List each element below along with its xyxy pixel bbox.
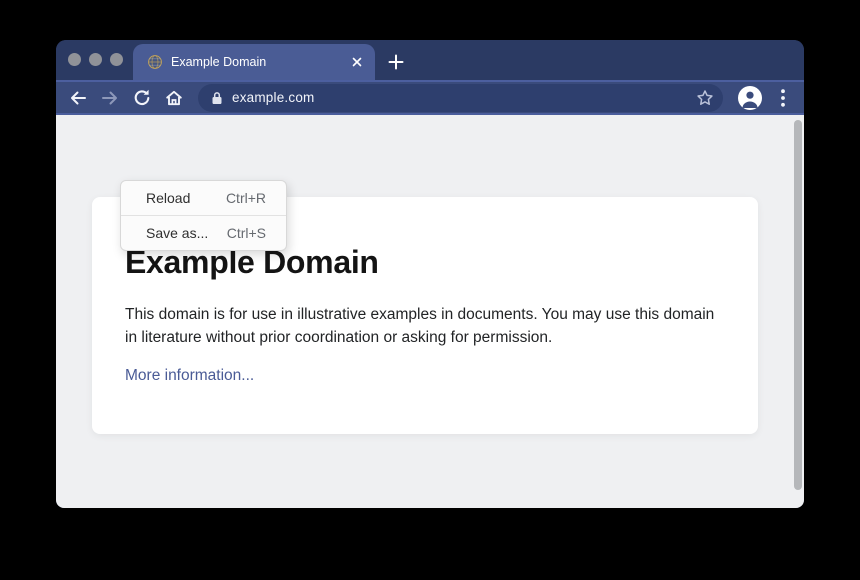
bookmark-star-icon[interactable] <box>695 88 715 108</box>
context-menu-item-save-as[interactable]: Save as... Ctrl+S <box>121 216 286 250</box>
more-information-link[interactable]: More information... <box>125 367 254 385</box>
menu-item-label: Reload <box>146 190 190 206</box>
title-bar: Example Domain <box>56 40 804 80</box>
browser-window: Example Domain <box>56 40 804 508</box>
menu-item-shortcut: Ctrl+R <box>226 190 266 206</box>
context-menu: Reload Ctrl+R Save as... Ctrl+S <box>120 180 287 251</box>
menu-item-shortcut: Ctrl+S <box>227 225 266 241</box>
page-paragraph: This domain is for use in illustrative e… <box>125 303 715 349</box>
browser-menu-icon[interactable] <box>775 86 791 110</box>
forward-icon[interactable] <box>96 84 124 112</box>
reload-icon[interactable] <box>128 84 156 112</box>
globe-favicon-icon <box>147 54 163 70</box>
url-text: example.com <box>232 84 314 112</box>
tab-close-icon[interactable] <box>349 54 365 70</box>
window-close-button[interactable] <box>68 53 81 66</box>
home-icon[interactable] <box>160 84 188 112</box>
window-zoom-button[interactable] <box>110 53 123 66</box>
back-icon[interactable] <box>64 84 92 112</box>
profile-avatar-icon[interactable] <box>738 86 762 110</box>
page-viewport: Example Domain This domain is for use in… <box>56 115 804 508</box>
menu-item-label: Save as... <box>146 225 208 241</box>
tab-title: Example Domain <box>171 44 266 80</box>
browser-tab[interactable]: Example Domain <box>133 44 375 80</box>
context-menu-item-reload[interactable]: Reload Ctrl+R <box>121 181 286 215</box>
window-minimize-button[interactable] <box>89 53 102 66</box>
vertical-scrollbar[interactable] <box>794 120 802 490</box>
address-bar[interactable]: example.com <box>198 84 723 112</box>
lock-icon <box>211 91 223 105</box>
new-tab-button[interactable] <box>384 50 408 74</box>
